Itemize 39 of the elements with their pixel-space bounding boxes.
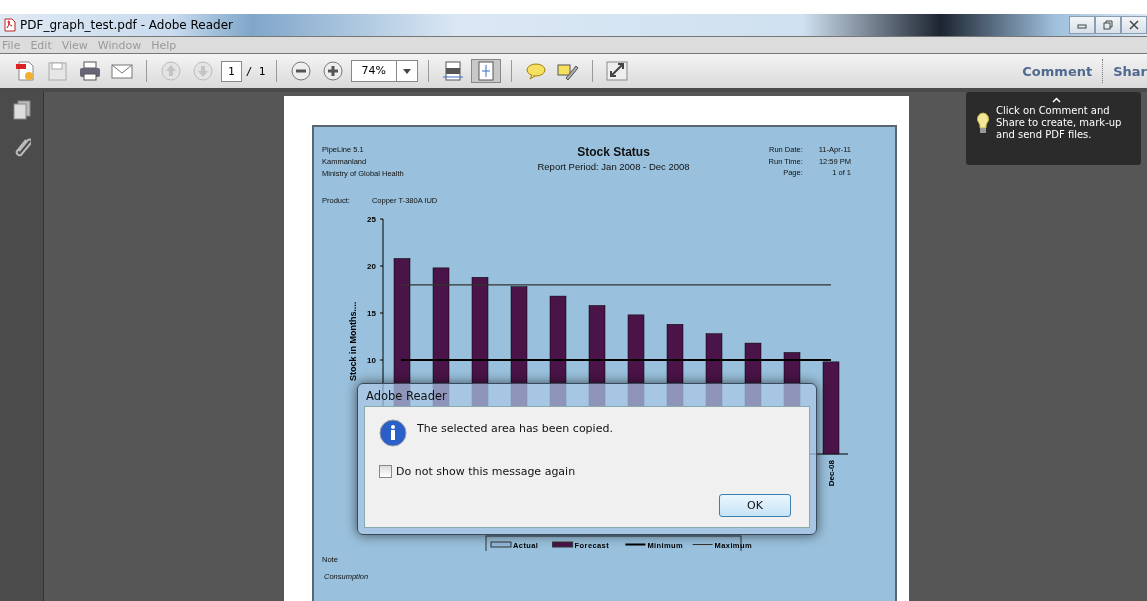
collapse-icon[interactable] (1052, 97, 1061, 103)
checkbox[interactable]: Do not show this message again (379, 465, 576, 478)
share-link[interactable]: Shar (1113, 63, 1147, 79)
x-tick-label: Dec-08 (827, 460, 836, 487)
restore-icon (1103, 20, 1113, 30)
restore-button[interactable] (1095, 16, 1121, 34)
comment-link[interactable]: Comment (1022, 63, 1093, 79)
report-title: Stock Status (577, 145, 650, 159)
y-axis-label: Stock in Months.... (348, 301, 358, 381)
print-icon (78, 60, 102, 82)
y-tick-label: 20 (367, 262, 376, 271)
pages-icon[interactable] (12, 100, 31, 120)
pdf-file-icon (4, 18, 16, 32)
speech-bubble-icon (523, 60, 548, 82)
lightbulb-icon (976, 112, 990, 134)
y-tick-label: 15 (367, 309, 376, 318)
fit-page-button[interactable] (470, 59, 501, 83)
page-total: / 1 (245, 64, 266, 78)
minimize-button[interactable] (1069, 16, 1095, 34)
dialog-title: Adobe Reader (365, 388, 448, 405)
dialog-message: The selected area has been copied. (417, 422, 613, 435)
close-icon (1129, 20, 1139, 30)
tip-text: Click on Comment and Share to create, mark-up and send PDF files. (996, 105, 1123, 141)
page-number-field[interactable]: 1 (221, 60, 242, 82)
save-icon (46, 60, 70, 82)
close-button[interactable] (1121, 16, 1147, 34)
info-icon (379, 419, 407, 447)
y-tick-label: 10 (367, 356, 376, 365)
fit-width-icon (440, 60, 465, 82)
y-tick-label: 25 (367, 215, 376, 224)
caret-icon (402, 68, 411, 74)
window-title: PDF_graph_test.pdf - Adobe Reader (20, 18, 234, 32)
expand-arrows-icon (604, 60, 629, 82)
ok-button[interactable]: OK (719, 494, 791, 517)
zoom-out-icon (288, 60, 313, 82)
zoom-in-icon (320, 60, 345, 82)
report-period: Report Period: Jan 2008 - Dec 2008 (537, 161, 690, 172)
zoom-field[interactable]: 74% (350, 60, 418, 82)
minimize-icon (1077, 21, 1087, 29)
